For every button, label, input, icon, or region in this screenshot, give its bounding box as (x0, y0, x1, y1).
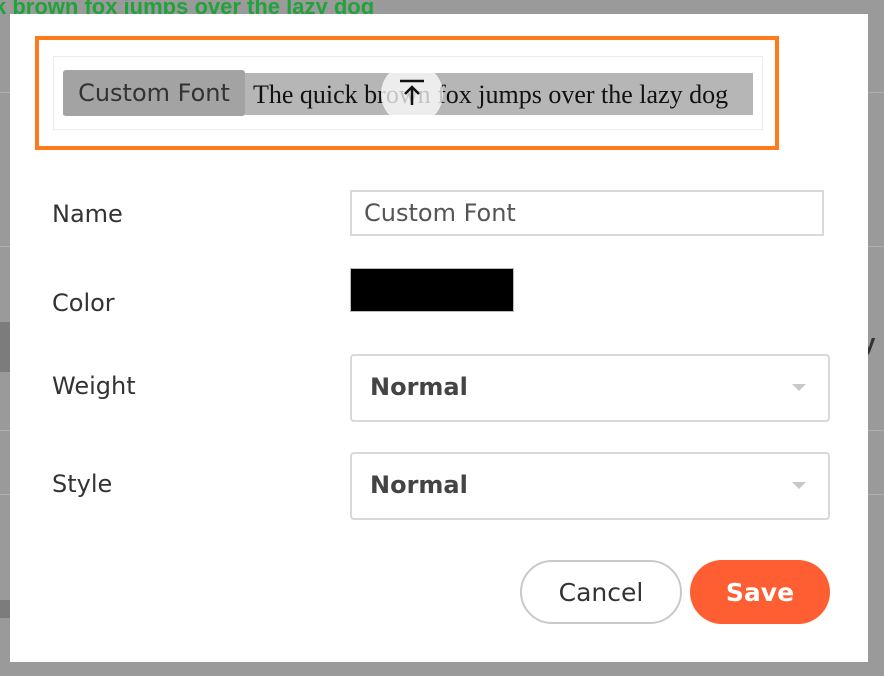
chevron-down-icon (792, 384, 806, 391)
cancel-button[interactable]: Cancel (520, 560, 682, 624)
font-preview-strip[interactable]: Custom Font The quick brown fox jumps ov… (63, 63, 753, 125)
save-button[interactable]: Save (690, 560, 830, 624)
font-preview: Custom Font The quick brown fox jumps ov… (53, 56, 763, 130)
weight-select-value: Normal (370, 373, 468, 401)
style-select[interactable]: Normal (350, 452, 830, 520)
upload-button[interactable] (381, 63, 443, 125)
style-select-value: Normal (370, 471, 468, 499)
background-strip (0, 322, 10, 372)
color-label: Color (52, 289, 115, 317)
name-label: Name (52, 200, 123, 228)
weight-select[interactable]: Normal (350, 354, 830, 422)
background-strip (0, 600, 10, 618)
style-label: Style (52, 470, 113, 498)
color-swatch[interactable] (350, 268, 514, 312)
arrow-up-to-line-icon (400, 79, 424, 105)
chevron-down-icon (792, 482, 806, 489)
font-preview-sample: The quick brown fox jumps over the lazy … (253, 80, 729, 109)
font-preview-tag: Custom Font (63, 70, 245, 116)
name-input[interactable] (350, 190, 824, 236)
font-settings-dialog: Custom Font The quick brown fox jumps ov… (10, 14, 868, 662)
weight-label: Weight (52, 372, 136, 400)
